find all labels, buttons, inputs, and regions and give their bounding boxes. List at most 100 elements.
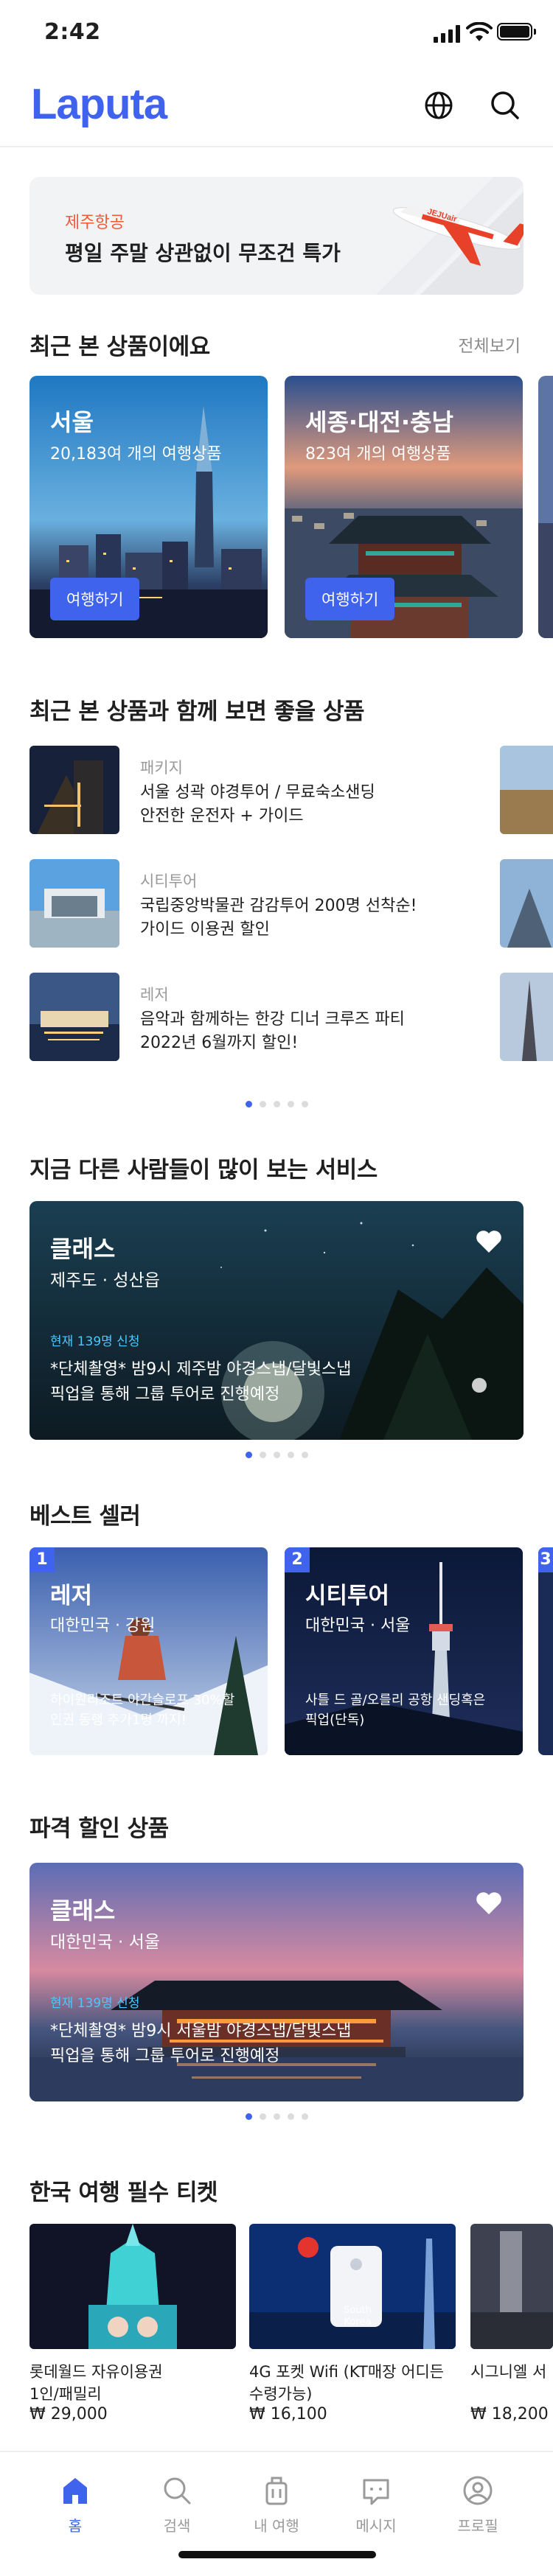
battery-icon bbox=[497, 23, 536, 41]
card-title: 클래스 bbox=[50, 1235, 116, 1263]
banner-subtitle: 제주항공 bbox=[65, 214, 125, 232]
list-item-peek[interactable] bbox=[500, 973, 553, 1061]
tab-home[interactable]: 홈 bbox=[31, 2474, 119, 2541]
rank-badge: 3 bbox=[538, 1547, 553, 1572]
applicant-count: 현재 139명 신청 bbox=[50, 1996, 140, 2011]
rank-badge: 2 bbox=[285, 1547, 310, 1572]
ticket-price: ₩ 18,200 bbox=[470, 2405, 549, 2423]
rank-badge: 1 bbox=[29, 1547, 55, 1572]
ticket-name-line: 수령가능) bbox=[249, 2385, 313, 2403]
list-item-peek[interactable] bbox=[500, 746, 553, 834]
ticket-price: ₩ 16,100 bbox=[249, 2405, 327, 2423]
see-all-link[interactable]: 전체보기 bbox=[458, 332, 521, 357]
ticket-image: South Korea bbox=[249, 2224, 456, 2349]
status-bar: 2:42 bbox=[0, 0, 553, 65]
card-location: 대한민국 · 강원 bbox=[50, 1617, 156, 1635]
banner-title: 평일 주말 상관없이 무조건 특가 bbox=[65, 241, 341, 265]
tab-label: 프로필 bbox=[457, 2517, 498, 2535]
ticket-name: 롯데월드 자유이용권 1인/패밀리 bbox=[29, 2361, 236, 2405]
list-item-peek[interactable] bbox=[500, 859, 553, 948]
profile-icon bbox=[463, 2476, 493, 2505]
ticket-name-line: 롯데월드 자유이용권 bbox=[29, 2363, 163, 2381]
ticket-card-peek[interactable]: 시그니엘 서 ₩ 18,200 bbox=[470, 2224, 553, 2423]
ticket-name-line: 시그니엘 서 bbox=[470, 2363, 547, 2381]
item-description: 국립중앙박물관 감감투어 200명 선착순! 가이드 이용권 할인 bbox=[140, 895, 457, 942]
globe-icon[interactable] bbox=[420, 87, 457, 124]
card-line: *단체촬영* 밤9시 제주밤 야경스냅/달빛스냅 bbox=[50, 1360, 352, 1379]
airplane-illustration: JEJUair bbox=[376, 177, 524, 295]
card-title: 시티투어 bbox=[305, 1583, 390, 1609]
home-icon bbox=[63, 2478, 87, 2504]
item-line: 국립중앙박물관 감감투어 200명 선착순! bbox=[140, 897, 417, 915]
status-time: 2:42 bbox=[44, 19, 101, 45]
ticket-card[interactable]: 롯데월드 자유이용권 1인/패밀리 ₩ 29,000 bbox=[29, 2224, 236, 2423]
carousel-dots bbox=[0, 1101, 553, 1108]
app-logo[interactable]: Laputa bbox=[31, 80, 167, 129]
tab-my-trip[interactable]: 내 여행 bbox=[232, 2474, 321, 2541]
discount-card[interactable]: 클래스 대한민국 · 서울 현재 139명 신청 *단체촬영* 밤9시 서울밤 … bbox=[29, 1863, 524, 2101]
promo-banner[interactable]: 제주항공 평일 주말 상관없이 무조건 특가 JEJUair bbox=[29, 177, 524, 295]
item-thumbnail bbox=[29, 746, 119, 834]
ticket-price: ₩ 29,000 bbox=[29, 2405, 108, 2423]
card-line: 하이원리조트 야간슬로프 30%할 bbox=[50, 1693, 235, 1708]
city-card-seoul[interactable]: 서울 20,183여 개의 여행상품 여행하기 bbox=[29, 376, 268, 638]
item-category: 패키지 bbox=[140, 759, 183, 777]
travel-button[interactable]: 여행하기 bbox=[305, 578, 395, 620]
tab-search[interactable]: 검색 bbox=[133, 2474, 221, 2541]
luggage-icon bbox=[265, 2477, 288, 2505]
card-line: 픽업(단독) bbox=[305, 1712, 365, 1728]
wifi-icon bbox=[466, 22, 493, 41]
bestseller-card[interactable]: 1 레저 대한민국 · 강원 하이원리조트 야간슬로프 30%할 인권 동행 추가… bbox=[29, 1547, 268, 1755]
item-line: 서울 성곽 야경투어 / 무료숙소샌딩 bbox=[140, 783, 375, 802]
list-item[interactable]: 레저 음악과 함께하는 한강 디너 크루즈 파티 2022년 6월까지 할인! bbox=[29, 973, 472, 1061]
card-title: 레저 bbox=[50, 1583, 93, 1609]
tab-label: 메시지 bbox=[355, 2517, 397, 2535]
section-title-bestseller: 베스트 셀러 bbox=[29, 1503, 141, 1530]
home-indicator bbox=[178, 2551, 376, 2558]
heart-icon[interactable] bbox=[475, 1229, 503, 1254]
tab-label: 내 여행 bbox=[254, 2517, 299, 2535]
card-description: *단체촬영* 밤9시 제주밤 야경스냅/달빛스냅픽업을 통해 그룹 투어로 진행… bbox=[50, 1357, 404, 1407]
city-card-peek-image bbox=[538, 376, 553, 638]
peek-image bbox=[500, 859, 553, 948]
tab-label: 홈 bbox=[68, 2517, 83, 2535]
peek-image bbox=[500, 973, 553, 1061]
city-card-sejong[interactable]: 세종·대전·충남 823여 개의 여행상품 여행하기 bbox=[285, 376, 523, 638]
list-item[interactable]: 패키지 서울 성곽 야경투어 / 무료숙소샌딩안전한 운전자 + 가이드 bbox=[29, 746, 472, 834]
tab-messages[interactable]: 메시지 bbox=[332, 2474, 420, 2541]
section-title-recent: 최근 본 상품이에요 bbox=[29, 334, 210, 360]
popular-service-card[interactable]: 클래스 제주도 · 성산읍 현재 139명 신청 *단체촬영* 밤9시 제주밤 … bbox=[29, 1201, 524, 1440]
bestseller-card[interactable]: 2 시티투어 대한민국 · 서울 사틀 드 골/오를리 공항 샌딩혹은 픽업(단독… bbox=[285, 1547, 523, 1755]
ticket-card[interactable]: South Korea 4G 포켓 Wifi (KT매장 어디든수령가능) ₩ … bbox=[249, 2224, 456, 2423]
card-description: *단체촬영* 밤9시 서울밤 야경스냅/달빛스냅픽업을 통해 그룹 투어로 진행… bbox=[50, 2019, 404, 2069]
ticket-name-line: 4G 포켓 Wifi (KT매장 어디든 bbox=[249, 2363, 445, 2381]
item-line: 2022년 6월까지 할인! bbox=[140, 1034, 299, 1052]
item-category: 시티투어 bbox=[140, 872, 198, 890]
heart-icon[interactable] bbox=[475, 1891, 503, 1916]
city-title: 서울 bbox=[50, 408, 94, 436]
bestseller-card-peek[interactable]: 3 bbox=[538, 1547, 553, 1755]
card-line: 픽업을 통해 그룹 투어로 진행예정 bbox=[50, 1385, 280, 1404]
list-item[interactable]: 시티투어 국립중앙박물관 감감투어 200명 선착순! 가이드 이용권 할인 bbox=[29, 859, 472, 948]
card-location: 제주도 · 성산읍 bbox=[50, 1271, 160, 1290]
card-description: 사틀 드 골/오를리 공항 샌딩혹은픽업(단독) bbox=[305, 1690, 504, 1730]
section-title-tickets: 한국 여행 필수 티켓 bbox=[29, 2180, 218, 2206]
section-title-popular: 지금 다른 사람들이 많이 보는 서비스 bbox=[29, 1157, 378, 1183]
carousel-dots bbox=[0, 2113, 553, 2121]
card-description: 하이원리조트 야간슬로프 30%할 인권 동행 추가1명 까지! bbox=[50, 1690, 249, 1730]
city-title: 세종·대전·충남 bbox=[305, 408, 453, 436]
card-line: 사틀 드 골/오를리 공항 샌딩혹은 bbox=[305, 1693, 486, 1708]
card-line: *단체촬영* 밤9시 서울밤 야경스냅/달빛스냅 bbox=[50, 2022, 352, 2040]
search-icon[interactable] bbox=[487, 87, 524, 124]
wifi-badge-text: South Korea bbox=[344, 2305, 372, 2328]
travel-button[interactable]: 여행하기 bbox=[50, 578, 140, 620]
ticket-name-line: 1인/패밀리 bbox=[29, 2385, 102, 2403]
item-line: 안전한 운전자 + 가이드 bbox=[140, 807, 304, 825]
applicant-count: 현재 139명 신청 bbox=[50, 1334, 140, 1349]
signal-icon bbox=[434, 25, 462, 43]
tab-profile[interactable]: 프로필 bbox=[434, 2474, 522, 2541]
ticket-name: 4G 포켓 Wifi (KT매장 어디든수령가능) bbox=[249, 2361, 456, 2405]
card-line: 픽업을 통해 그룹 투어로 진행예정 bbox=[50, 2047, 280, 2065]
city-card-peek[interactable] bbox=[538, 376, 553, 638]
peek-image bbox=[500, 746, 553, 834]
